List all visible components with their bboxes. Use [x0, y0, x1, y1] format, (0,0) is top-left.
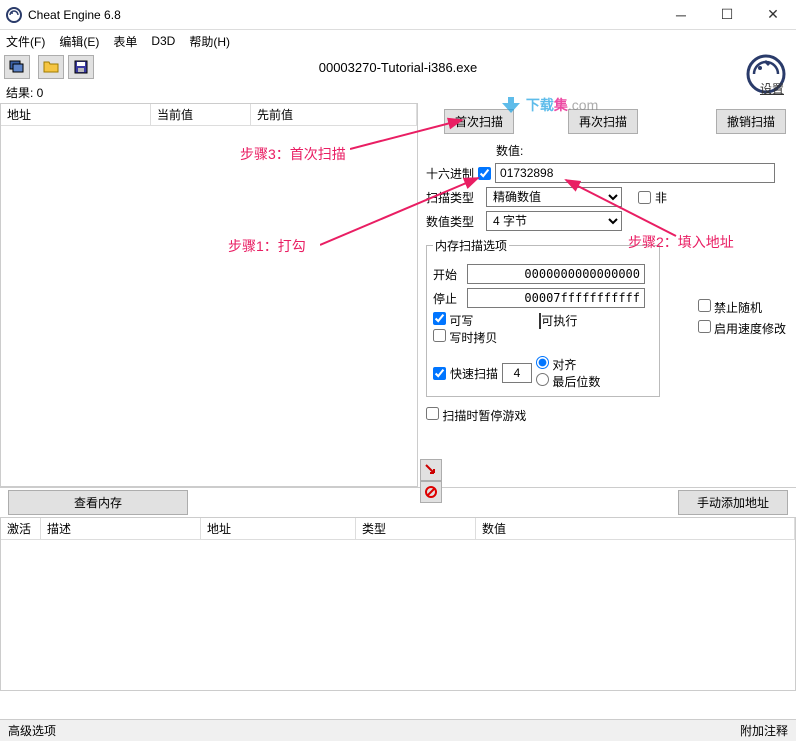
- value-input[interactable]: [495, 163, 775, 183]
- window-title: Cheat Engine 6.8: [28, 8, 658, 22]
- start-input[interactable]: [467, 264, 645, 284]
- col-previous[interactable]: 先前值: [251, 104, 417, 125]
- stop-input[interactable]: [467, 288, 645, 308]
- manual-add-button[interactable]: 手动添加地址: [678, 490, 788, 515]
- menu-table[interactable]: 表单: [113, 33, 137, 50]
- results-table[interactable]: 地址 当前值 先前值: [0, 103, 418, 487]
- not-label: 非: [655, 189, 667, 206]
- app-icon: [6, 7, 22, 23]
- not-checkbox[interactable]: [638, 191, 651, 204]
- results-label: 结果: 0: [0, 82, 796, 103]
- memscan-title: 内存扫描选项: [433, 237, 509, 254]
- memscan-group: 内存扫描选项 开始 停止 可写 可执行 写时拷贝 快速扫描 对齐 最: [426, 237, 660, 397]
- cow-checkbox[interactable]: [433, 329, 446, 342]
- fastscan-label: 快速扫描: [450, 365, 498, 382]
- fastscan-checkbox[interactable]: [433, 367, 446, 380]
- pause-checkbox[interactable]: [426, 407, 439, 420]
- menu-d3d[interactable]: D3D: [151, 34, 175, 48]
- hex-checkbox[interactable]: [478, 167, 491, 180]
- menu-help[interactable]: 帮助(H): [189, 33, 230, 50]
- forbidden-icon-button[interactable]: [420, 481, 442, 503]
- attach-comment[interactable]: 附加注释: [740, 722, 788, 739]
- advanced-options[interactable]: 高级选项: [8, 722, 56, 739]
- valuetype-select[interactable]: 4 字节: [486, 211, 622, 231]
- cheat-table[interactable]: 激活 描述 地址 类型 数值: [0, 517, 796, 691]
- aligned-radio[interactable]: [536, 356, 549, 369]
- scantype-select[interactable]: 精确数值: [486, 187, 622, 207]
- minimize-button[interactable]: ─: [658, 0, 704, 30]
- undo-scan-button[interactable]: 撤销扫描: [716, 109, 786, 134]
- select-process-button[interactable]: [4, 55, 30, 79]
- norandom-checkbox[interactable]: [698, 299, 711, 312]
- speedhack-checkbox[interactable]: [698, 320, 711, 333]
- arrow-icon-button[interactable]: [420, 459, 442, 481]
- writable-checkbox[interactable]: [433, 312, 446, 325]
- watermark: 下载集.com: [500, 95, 598, 117]
- menu-edit[interactable]: 编辑(E): [59, 33, 99, 50]
- close-button[interactable]: ✕: [750, 0, 796, 30]
- menu-file[interactable]: 文件(F): [6, 33, 45, 50]
- value-label: 数值:: [496, 142, 788, 159]
- fastscan-value[interactable]: [502, 363, 532, 383]
- maximize-button[interactable]: ☐: [704, 0, 750, 30]
- col-type[interactable]: 类型: [356, 518, 476, 539]
- col-address[interactable]: 地址: [1, 104, 151, 125]
- lastdigits-radio[interactable]: [536, 373, 549, 386]
- hex-label: 十六进制: [426, 165, 474, 182]
- col-address2[interactable]: 地址: [201, 518, 356, 539]
- open-button[interactable]: [38, 55, 64, 79]
- col-desc[interactable]: 描述: [41, 518, 201, 539]
- save-button[interactable]: [68, 55, 94, 79]
- col-current[interactable]: 当前值: [151, 104, 251, 125]
- valuetype-label: 数值类型: [426, 213, 482, 230]
- col-active[interactable]: 激活: [1, 518, 41, 539]
- settings-link[interactable]: 设置: [760, 80, 784, 97]
- scantype-label: 扫描类型: [426, 189, 482, 206]
- start-label: 开始: [433, 266, 467, 283]
- view-memory-button[interactable]: 查看内存: [8, 490, 188, 515]
- stop-label: 停止: [433, 290, 467, 307]
- process-name: 00003270-Tutorial-i386.exe: [319, 60, 478, 75]
- col-value[interactable]: 数值: [476, 518, 795, 539]
